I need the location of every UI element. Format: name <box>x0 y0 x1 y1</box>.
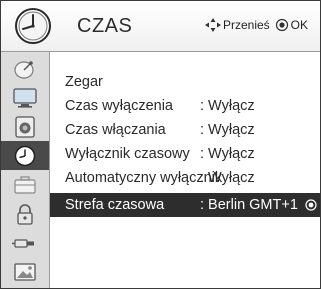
monitor-icon <box>13 87 37 108</box>
sidebar-item-picture[interactable] <box>1 83 49 112</box>
menu-item-label: Zegar <box>65 74 103 90</box>
menu-item-on-time[interactable]: Czas włączania : Wyłącz <box>50 118 320 142</box>
ok-button-icon <box>305 199 317 211</box>
menu-item-clock[interactable]: Zegar <box>50 70 320 94</box>
clock-icon <box>15 8 51 44</box>
menu-item-sleep-timer[interactable]: Wyłącznik czasowy : Wyłącz <box>50 142 320 166</box>
sidebar-item-media[interactable] <box>1 257 49 286</box>
lock-icon <box>17 203 33 225</box>
menu-item-time-zone[interactable]: Strefa czasowa : Berlin GMT+1 <box>50 193 320 217</box>
briefcase-icon <box>14 175 36 194</box>
sidebar-item-input[interactable] <box>1 228 49 257</box>
menu-item-label: Czas wyłączenia <box>65 98 173 114</box>
ok-button-icon <box>275 18 288 32</box>
menu-header: CZAS Przenieś OK <box>1 1 320 52</box>
sidebar-item-satellite[interactable] <box>1 54 49 83</box>
menu-item-label: Automatyczny wyłącznik <box>65 170 223 186</box>
page-title: CZAS <box>77 15 133 37</box>
menu-item-auto-sleep[interactable]: Automatyczny wyłącznik : Wyłącz <box>50 166 320 190</box>
sidebar-item-setup[interactable] <box>1 170 49 199</box>
category-sidebar <box>1 52 50 288</box>
sidebar-item-lock[interactable] <box>1 199 49 228</box>
time-menu-list: Zegar Czas wyłączenia : Wyłącz Czas włąc… <box>50 52 320 288</box>
speaker-icon <box>15 115 35 138</box>
photo-icon <box>14 262 36 281</box>
hint-ok-label: OK <box>290 18 308 32</box>
menu-item-value: : Wyłącz <box>200 98 255 114</box>
hint-move-label: Przenieś <box>222 18 270 32</box>
menu-item-off-time[interactable]: Czas wyłączenia : Wyłącz <box>50 94 320 118</box>
menu-item-value: : Wyłącz <box>200 122 255 138</box>
satellite-dish-icon <box>14 60 34 79</box>
move-arrows-icon <box>204 18 221 32</box>
clock-icon <box>14 145 36 166</box>
menu-item-value: : Wyłącz <box>200 170 255 186</box>
menu-window: CZAS Przenieś OK Zegar Czas wyłączenia:… <box>0 0 321 289</box>
menu-item-label: Czas włączania <box>65 122 166 138</box>
menu-item-label: Wyłącznik czasowy <box>65 146 190 162</box>
menu-item-value: : Wyłącz <box>200 146 255 162</box>
navigation-hint: Przenieś OK <box>204 18 308 32</box>
menu-item-value: : Berlin GMT+1 <box>200 197 298 213</box>
menu-item-label: Strefa czasowa <box>65 197 165 213</box>
sidebar-item-sound[interactable] <box>1 112 49 141</box>
sidebar-item-time[interactable] <box>1 141 49 170</box>
input-plug-icon <box>12 238 34 248</box>
